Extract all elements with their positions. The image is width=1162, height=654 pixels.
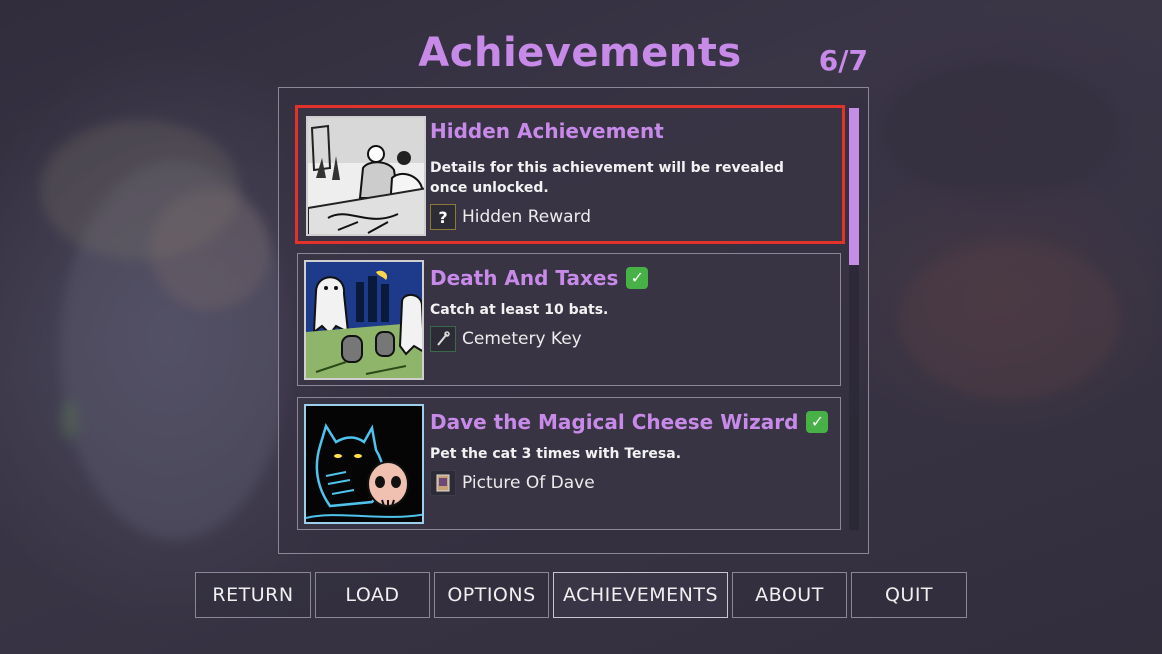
achievement-progress: 6/7 xyxy=(818,44,868,77)
checkmark-icon: ✓ xyxy=(626,267,649,289)
achievement-image xyxy=(304,404,424,524)
reward-label: Picture Of Dave xyxy=(462,473,595,493)
achievement-title-text: Dave the Magical Cheese Wizard xyxy=(430,410,799,434)
key-icon xyxy=(430,326,456,352)
picture-icon xyxy=(430,470,456,496)
achievement-image xyxy=(306,116,426,236)
achievement-card[interactable]: Hidden Achievement Details for this achi… xyxy=(295,105,845,244)
quit-button[interactable]: QUIT xyxy=(851,572,967,618)
achievement-title-text: Death And Taxes xyxy=(430,266,619,290)
achievement-reward: ? Hidden Reward xyxy=(430,204,591,230)
scrollbar-thumb[interactable] xyxy=(849,108,859,265)
achievement-description: Catch at least 10 bats. xyxy=(430,302,609,318)
options-button[interactable]: OPTIONS xyxy=(434,572,549,618)
achievements-button[interactable]: ACHIEVEMENTS xyxy=(553,572,728,618)
reward-label: Hidden Reward xyxy=(462,207,592,227)
reward-label: Cemetery Key xyxy=(462,329,582,349)
screen-title: Achievements xyxy=(418,30,742,76)
load-button[interactable]: LOAD xyxy=(315,572,430,618)
question-mark-icon: ? xyxy=(430,204,456,230)
checkmark-icon: ✓ xyxy=(806,411,829,433)
achievement-card[interactable]: Death And Taxes ✓ Catch at least 10 bats.… xyxy=(297,253,841,386)
achievement-title: Death And Taxes ✓ xyxy=(430,266,649,290)
achievement-reward: Cemetery Key xyxy=(430,326,582,352)
achievement-image xyxy=(304,260,424,380)
achievement-card[interactable]: Dave the Magical Cheese Wizard ✓ Pet the … xyxy=(297,397,841,530)
achievement-description: Pet the cat 3 times with Teresa. xyxy=(430,446,682,462)
about-button[interactable]: ABOUT xyxy=(732,572,847,618)
achievement-reward: Picture Of Dave xyxy=(430,470,595,496)
achievement-title: Dave the Magical Cheese Wizard ✓ xyxy=(430,410,829,434)
achievement-description: Details for this achievement will be rev… xyxy=(430,160,784,196)
return-button[interactable]: RETURN xyxy=(195,572,311,618)
achievement-title: Hidden Achievement xyxy=(430,119,664,143)
